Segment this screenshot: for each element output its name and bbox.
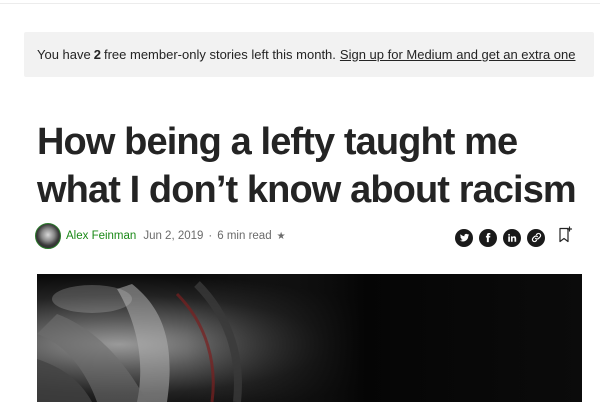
avatar[interactable] bbox=[35, 223, 61, 249]
byline: Alex Feinman Jun 2, 2019 · 6 min read ★ bbox=[35, 222, 286, 250]
linkedin-icon[interactable] bbox=[503, 228, 521, 247]
hero-image bbox=[37, 274, 582, 402]
article-title: How being a lefty taught me what I don’t… bbox=[37, 121, 577, 211]
publish-date: Jun 2, 2019 bbox=[143, 230, 204, 242]
bookmark-icon[interactable] bbox=[557, 226, 573, 249]
top-nav-edge bbox=[0, 0, 600, 4]
banner-text-after: free member-only stories left this month… bbox=[103, 47, 336, 62]
facebook-icon[interactable] bbox=[479, 228, 497, 247]
banner-count: 2 bbox=[93, 47, 101, 62]
banner-text-before: You have bbox=[37, 47, 91, 62]
member-star-icon: ★ bbox=[276, 230, 286, 242]
twitter-icon[interactable] bbox=[455, 228, 473, 247]
signup-link[interactable]: Sign up for Medium and get an extra one bbox=[340, 47, 576, 62]
hero-photo bbox=[37, 274, 582, 402]
link-icon[interactable] bbox=[527, 228, 545, 247]
meta-separator: · bbox=[208, 230, 213, 242]
author-name[interactable]: Alex Feinman bbox=[66, 230, 136, 242]
share-bar bbox=[455, 226, 573, 249]
read-time: 6 min read bbox=[217, 230, 272, 242]
member-stories-banner: You have 2 free member-only stories left… bbox=[24, 32, 594, 77]
